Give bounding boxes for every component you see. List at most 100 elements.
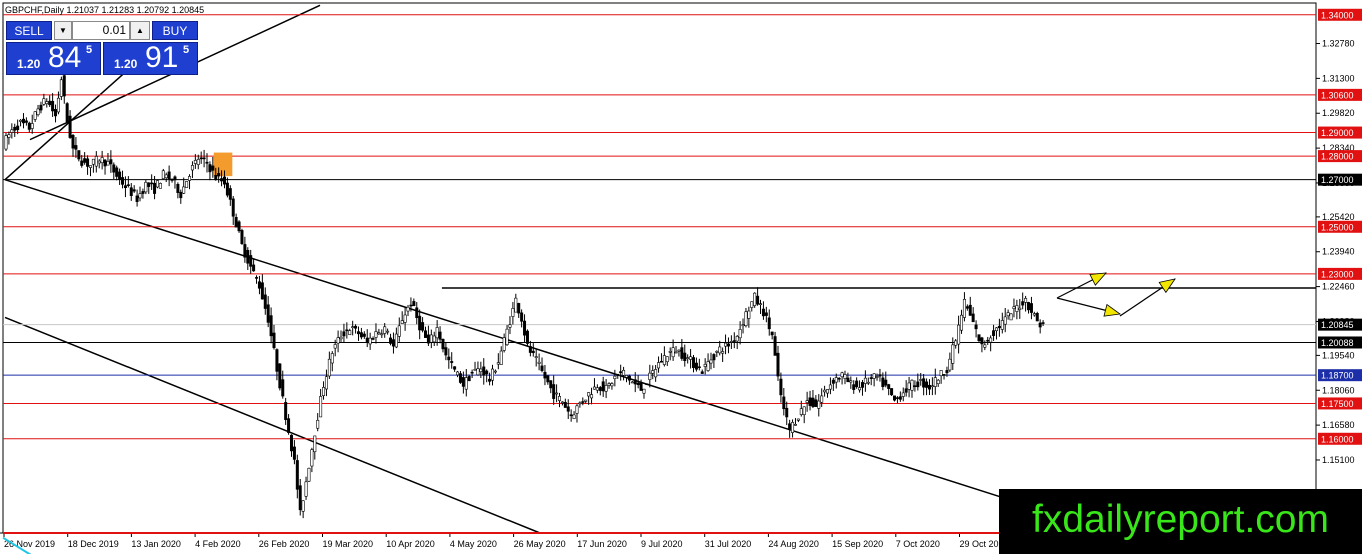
- candle-body: [875, 376, 879, 378]
- candle-body: [490, 368, 494, 381]
- candle-body: [537, 361, 541, 364]
- candle-body: [109, 159, 113, 165]
- x-tick-label: 26 May 2020: [514, 539, 566, 549]
- candle-body: [322, 387, 326, 396]
- candle-body: [400, 320, 404, 324]
- lot-size-input[interactable]: 0.01: [72, 21, 130, 40]
- candle-body: [19, 119, 23, 122]
- candle-body: [1024, 298, 1028, 303]
- candle-body: [1015, 305, 1019, 312]
- candle-body: [222, 176, 226, 185]
- candle-body: [458, 373, 462, 383]
- candle-body: [849, 380, 853, 383]
- candle-body: [54, 109, 58, 117]
- x-tick-label: 10 Apr 2020: [386, 539, 435, 549]
- candle-body: [292, 446, 296, 460]
- candle-body: [246, 250, 250, 264]
- candle-body: [540, 365, 544, 371]
- candle-body: [919, 379, 923, 381]
- candle-body: [135, 195, 139, 202]
- candle-body: [677, 349, 681, 352]
- candle-body: [91, 158, 95, 165]
- candle-body: [831, 379, 835, 384]
- candle-body: [284, 402, 288, 420]
- candle-body: [278, 363, 282, 389]
- candle-body: [884, 379, 888, 386]
- candle-body: [1009, 313, 1013, 321]
- arrow-up-b-head: [1158, 278, 1176, 294]
- price-level-label: 1.16000: [1321, 434, 1354, 444]
- candle-body: [965, 306, 969, 309]
- candle-body: [930, 385, 934, 388]
- candle-body: [4, 135, 8, 150]
- candle-body: [421, 322, 425, 331]
- candle-body: [103, 159, 107, 167]
- candle-body: [721, 351, 725, 354]
- candle-body: [30, 123, 34, 129]
- candle-body: [342, 331, 346, 337]
- candle-body: [683, 352, 687, 362]
- candle-body: [715, 350, 719, 353]
- candle-body: [881, 377, 885, 387]
- buy-price-pips: 91: [145, 41, 179, 74]
- candle-body: [945, 370, 949, 374]
- candle-body: [828, 384, 832, 390]
- sell-price-button[interactable]: 1.20 84 5: [6, 41, 101, 75]
- candle-body: [592, 386, 596, 390]
- sell-button[interactable]: SELL: [6, 21, 52, 40]
- candle-body: [508, 324, 512, 328]
- candle-body: [913, 385, 917, 387]
- lot-decrease-icon[interactable]: ▼: [54, 21, 72, 40]
- candle-body: [630, 381, 634, 384]
- candle-body: [138, 193, 142, 199]
- candle-body: [863, 377, 867, 384]
- candle-body: [389, 337, 393, 344]
- candle-body: [657, 362, 661, 369]
- candle-body: [893, 395, 897, 401]
- price-level-label: 1.23000: [1321, 269, 1354, 279]
- candle-body: [680, 347, 684, 359]
- buy-button[interactable]: BUY: [152, 21, 198, 40]
- candle-body: [627, 375, 631, 381]
- candle-body: [188, 176, 192, 181]
- candle-body: [1012, 306, 1016, 309]
- candle-body: [74, 145, 78, 150]
- price-chart[interactable]: 1.327801.313001.298201.283401.268601.254…: [0, 0, 1362, 554]
- x-tick-label: 4 May 2020: [450, 539, 497, 549]
- candle-body: [263, 294, 267, 309]
- candle-body: [808, 397, 812, 406]
- candle-body: [759, 303, 763, 305]
- candle-body: [281, 379, 285, 397]
- candle-body: [834, 377, 838, 383]
- candle-body: [365, 337, 369, 343]
- candle-body: [817, 400, 821, 409]
- candle-body: [689, 356, 693, 360]
- y-tick-label: 1.32780: [1322, 39, 1355, 49]
- candle-body: [607, 383, 611, 386]
- candle-body: [16, 125, 20, 130]
- candle-body: [598, 387, 602, 391]
- candle-body: [986, 339, 990, 342]
- candle-body: [39, 104, 43, 111]
- candle-body: [578, 402, 582, 405]
- candle-body: [217, 173, 221, 177]
- candle-body: [316, 419, 320, 429]
- buy-price-button[interactable]: 1.20 91 5: [103, 41, 198, 75]
- candle-body: [866, 381, 870, 384]
- candle-body: [173, 176, 177, 181]
- candle-body: [324, 376, 328, 390]
- candle-body: [858, 387, 862, 391]
- lot-increase-icon[interactable]: ▲: [130, 21, 150, 40]
- candle-body: [895, 397, 899, 399]
- candle-body: [820, 395, 824, 403]
- arrow-up-a-head: [1089, 272, 1107, 286]
- price-level-label: 1.20845: [1321, 320, 1354, 330]
- x-tick-label: 4 Feb 2020: [195, 539, 241, 549]
- candle-body: [298, 485, 302, 511]
- candle-body: [359, 332, 363, 338]
- candle-body: [36, 108, 40, 116]
- x-tick-label: 7 Oct 2020: [896, 539, 940, 549]
- candle-body: [100, 157, 104, 163]
- candle-body: [555, 392, 559, 395]
- candle-body: [409, 304, 413, 307]
